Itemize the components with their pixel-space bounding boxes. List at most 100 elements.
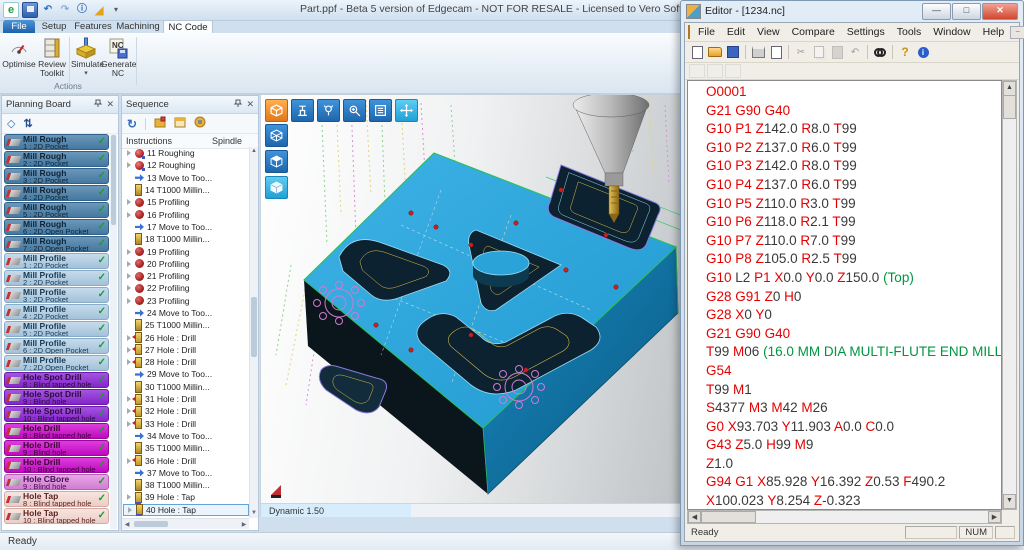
zoom-window-icon[interactable] xyxy=(343,99,366,122)
sequence-vscrollbar[interactable]: ▲ ▼ xyxy=(249,147,258,518)
find-icon[interactable] xyxy=(872,45,888,60)
planning-item[interactable]: Hole Tap10 : Blind tapped hole✓ xyxy=(4,508,109,524)
scroll-up-arrow[interactable]: ▲ xyxy=(1003,81,1016,96)
machine-icon[interactable] xyxy=(291,99,314,122)
scroll-up-arrow[interactable]: ▲ xyxy=(250,147,258,156)
planning-item[interactable]: Mill Rough6 : 2D Open Pocket✓ xyxy=(4,219,109,235)
planning-item[interactable]: Hole Spot Drill8 : Blind tapped hole✓ xyxy=(4,372,109,388)
new-icon[interactable] xyxy=(689,45,705,60)
cycle-diamond-icon[interactable]: ◇ xyxy=(7,117,15,130)
sequence-hscrollbar[interactable]: ◀ ▶ xyxy=(122,518,249,529)
sequence-item[interactable]: 17 Move to Too... xyxy=(123,221,249,233)
menu-compare[interactable]: Compare xyxy=(786,26,841,38)
tab-features[interactable]: Features xyxy=(74,20,112,33)
wireframe-cube-icon[interactable] xyxy=(265,124,288,147)
info-icon[interactable]: ⓘ xyxy=(75,3,89,17)
expand-arrow-icon[interactable] xyxy=(126,260,133,268)
generate-nc-button[interactable]: NC Generate NC xyxy=(101,35,135,78)
expand-arrow-icon[interactable] xyxy=(126,211,133,219)
planning-item[interactable]: Mill Rough1 : 2D Pocket✓ xyxy=(4,134,109,150)
save-icon[interactable] xyxy=(22,2,38,18)
tab-nc-code[interactable]: NC Code xyxy=(163,20,213,34)
close-button[interactable]: ✕ xyxy=(982,3,1018,20)
sequence-item[interactable]: 29 Move to Too... xyxy=(123,368,249,380)
expand-arrow-icon[interactable] xyxy=(126,493,133,501)
scroll-left-arrow[interactable]: ◀ xyxy=(688,511,701,523)
regenerate-icon[interactable]: ↻ xyxy=(127,117,137,131)
pan-icon[interactable] xyxy=(395,99,418,122)
sequence-item[interactable]: 28 Hole : Drill xyxy=(123,356,249,368)
scroll-thumb[interactable] xyxy=(701,511,756,523)
scroll-left-arrow[interactable]: ◀ xyxy=(122,521,132,528)
planning-item[interactable]: Mill Rough7 : 2D Open Pocket✓ xyxy=(4,236,109,252)
scroll-down-arrow[interactable]: ▼ xyxy=(250,509,258,518)
sequence-item[interactable]: 13 Move to Too... xyxy=(123,172,249,184)
redo-icon[interactable]: ↷ xyxy=(58,3,72,17)
copy-icon[interactable] xyxy=(811,45,827,60)
editor-vscrollbar[interactable]: ▲ ▼ xyxy=(1002,80,1017,510)
planning-item[interactable]: Hole Tap8 : Blind tapped hole✓ xyxy=(4,491,109,507)
save-icon[interactable] xyxy=(725,45,741,60)
sequence-item[interactable]: 23 Profiling xyxy=(123,295,249,307)
editor-titlebar[interactable]: Editor - [1234.nc] — □ ✕ xyxy=(681,1,1023,21)
expand-arrow-icon[interactable] xyxy=(126,272,133,280)
optimise-button[interactable]: Optimise xyxy=(2,35,36,69)
print-preview-icon[interactable] xyxy=(768,45,784,60)
about-icon[interactable]: i xyxy=(915,45,931,60)
expand-arrow-icon[interactable] xyxy=(127,506,134,514)
planning-item[interactable]: Hole Drill9 : Blind hole✓ xyxy=(4,440,109,456)
sequence-item[interactable]: 26 Hole : Drill xyxy=(123,331,249,343)
planning-item[interactable]: Hole Spot Drill10 : Blind tapped hole✓ xyxy=(4,406,109,422)
planning-item[interactable]: Mill Profile3 : 2D Pocket✓ xyxy=(4,287,109,303)
tab-file[interactable]: File xyxy=(3,20,35,33)
edgecam-tools-icon[interactable]: ◢ xyxy=(92,3,106,17)
sequence-item[interactable]: 14 T1000 Millin... xyxy=(123,184,249,196)
viewport-3d-model[interactable] xyxy=(261,95,682,504)
sequence-item[interactable]: 19 Profiling xyxy=(123,245,249,257)
scroll-right-arrow[interactable]: ▶ xyxy=(239,521,249,528)
planning-item[interactable]: Mill Profile1 : 2D Pocket✓ xyxy=(4,253,109,269)
solid-cube-icon[interactable] xyxy=(265,150,288,173)
graphics-viewport[interactable]: Dynamic 1.50 xyxy=(260,95,682,517)
planning-item[interactable]: Mill Profile5 : 2D Pocket✓ xyxy=(4,321,109,337)
pin-icon[interactable] xyxy=(94,99,102,110)
print-icon[interactable] xyxy=(750,45,766,60)
paste-icon[interactable] xyxy=(829,45,845,60)
undo-icon[interactable]: ↶ xyxy=(41,3,55,17)
editor-hscrollbar[interactable]: ◀ ▶ xyxy=(687,510,1002,524)
expand-arrow-icon[interactable] xyxy=(126,161,133,169)
sequence-item[interactable]: 24 Move to Too... xyxy=(123,307,249,319)
compare-icon-2[interactable] xyxy=(707,64,723,78)
planning-item[interactable]: Mill Rough3 : 2D Pocket✓ xyxy=(4,168,109,184)
sequence-item[interactable]: 33 Hole : Drill xyxy=(123,418,249,430)
planning-item[interactable]: Mill Rough4 : 2D Pocket✓ xyxy=(4,185,109,201)
shaded-cube-icon[interactable] xyxy=(265,176,288,199)
expand-arrow-icon[interactable] xyxy=(126,248,133,256)
simulate-button[interactable]: Simulate ▾ xyxy=(71,35,101,78)
scroll-right-arrow[interactable]: ▶ xyxy=(988,511,1001,523)
document-icon[interactable] xyxy=(688,25,690,39)
menu-window[interactable]: Window xyxy=(927,26,976,38)
maximize-button[interactable]: □ xyxy=(952,3,981,20)
menu-edit[interactable]: Edit xyxy=(721,26,751,38)
close-icon[interactable]: ✕ xyxy=(246,99,254,110)
scroll-thumb[interactable] xyxy=(1003,95,1016,119)
scroll-down-arrow[interactable]: ▼ xyxy=(1003,494,1016,509)
menu-settings[interactable]: Settings xyxy=(841,26,891,38)
compare-icon-3[interactable] xyxy=(725,64,741,78)
planning-item[interactable]: Hole Spot Drill9 : Blind hole✓ xyxy=(4,389,109,405)
sequence-item[interactable]: 25 T1000 Millin... xyxy=(123,319,249,331)
menu-file[interactable]: File xyxy=(692,26,721,38)
minimize-button[interactable]: — xyxy=(922,3,951,20)
expand-arrow-icon[interactable] xyxy=(126,284,133,292)
edgecam-logo-icon[interactable]: e xyxy=(3,2,19,18)
sequence-item[interactable]: 21 Profiling xyxy=(123,270,249,282)
sequence-item[interactable]: 38 T1000 Millin... xyxy=(123,479,249,491)
qat-dropdown-icon[interactable]: ▾ xyxy=(109,3,123,17)
planning-item[interactable]: Mill Profile6 : 2D Open Pocket✓ xyxy=(4,338,109,354)
menu-help[interactable]: Help xyxy=(977,26,1011,38)
sequence-item[interactable]: 37 Move to Too... xyxy=(123,467,249,479)
planning-item[interactable]: Mill Profile2 : 2D Pocket✓ xyxy=(4,270,109,286)
cut-icon[interactable]: ✂ xyxy=(793,45,809,60)
sequence-item[interactable]: 35 T1000 Millin... xyxy=(123,442,249,454)
